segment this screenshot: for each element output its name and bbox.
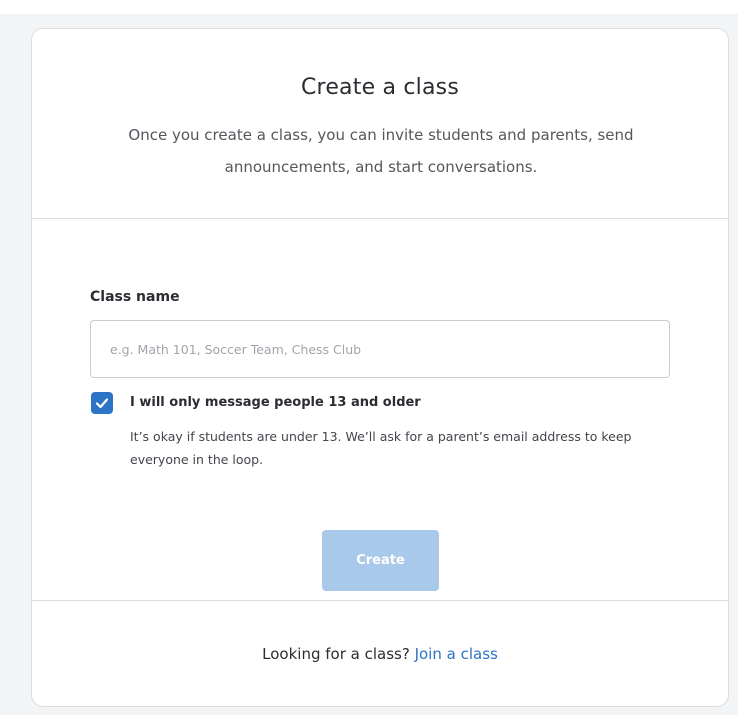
page-title: Create a class xyxy=(301,75,459,100)
join-class-link[interactable]: Join a class xyxy=(415,645,498,663)
page-subtitle: Once you create a class, you can invite … xyxy=(128,126,634,176)
card-footer: Looking for a class? Join a class xyxy=(32,601,728,706)
class-name-label: Class name xyxy=(90,289,180,305)
join-class-prompt: Looking for a class? Join a class xyxy=(32,645,728,663)
join-class-prompt-text: Looking for a class? xyxy=(262,645,415,663)
top-clipped-page-area xyxy=(0,0,738,14)
create-class-form: Class name I will only message people 13… xyxy=(32,219,728,601)
class-name-input[interactable] xyxy=(90,320,670,378)
checkmark-icon xyxy=(95,398,109,409)
age-checkbox-label: I will only message people 13 and older xyxy=(130,395,421,410)
create-button[interactable]: Create xyxy=(322,530,439,591)
age-checkbox[interactable] xyxy=(91,392,113,414)
card-header: Create a class Once you create a class, … xyxy=(32,29,728,219)
create-class-card: Create a class Once you create a class, … xyxy=(31,28,729,707)
age-checkbox-help: It’s okay if students are under 13. We’l… xyxy=(130,429,632,467)
